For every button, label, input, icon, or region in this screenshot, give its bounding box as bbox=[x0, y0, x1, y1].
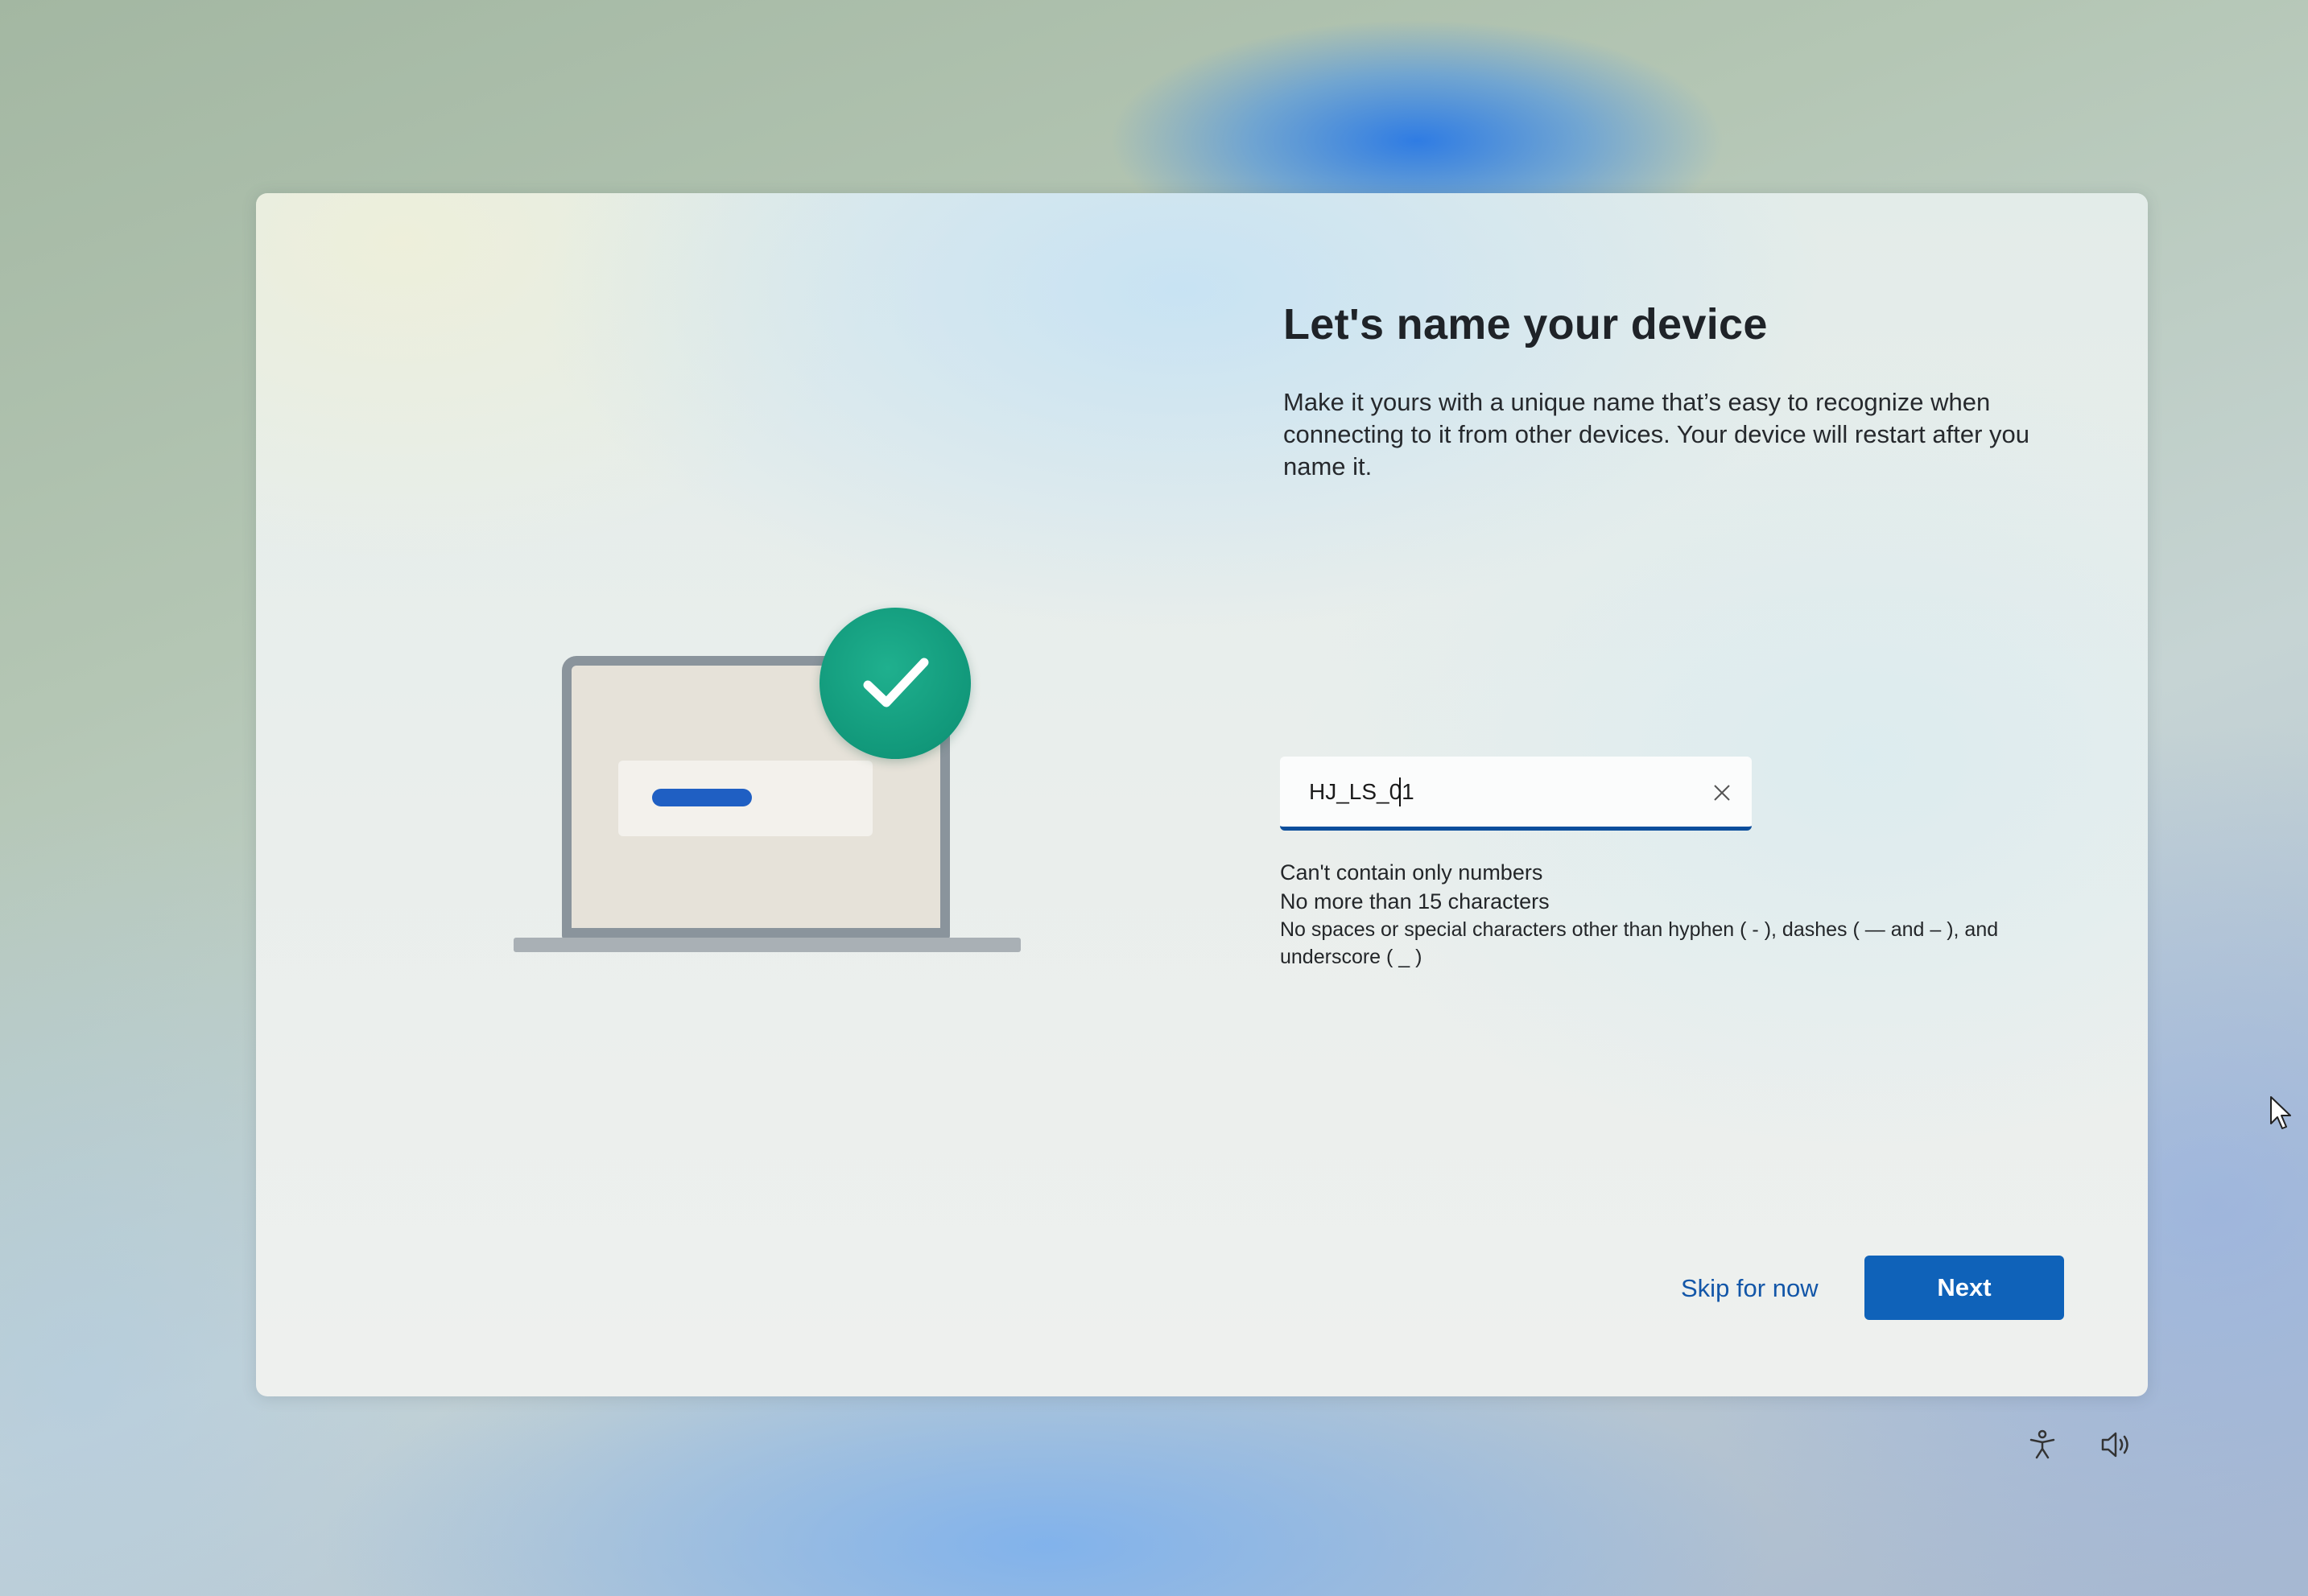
device-name-input[interactable] bbox=[1309, 774, 1679, 810]
clear-input-button[interactable] bbox=[1703, 774, 1740, 811]
laptop-base-illustration bbox=[514, 938, 1021, 952]
rule-item: No spaces or special characters other th… bbox=[1280, 918, 1999, 968]
device-illustration bbox=[465, 608, 1021, 978]
page-description: Make it yours with a unique name that’s … bbox=[1283, 388, 2030, 480]
naming-rules: Can't contain only numbers No more than … bbox=[1280, 858, 2069, 971]
next-button[interactable]: Next bbox=[1864, 1256, 2064, 1320]
accessibility-icon[interactable] bbox=[2027, 1429, 2058, 1460]
close-icon bbox=[1714, 785, 1730, 801]
mouse-pointer-icon bbox=[2269, 1095, 2293, 1132]
dialog-card-illustration bbox=[618, 761, 873, 836]
rule-item: No more than 15 characters bbox=[1280, 889, 1550, 913]
setup-dialog: Let's name your device Make it yours wit… bbox=[256, 193, 2148, 1396]
dialog-bar-illustration bbox=[652, 789, 752, 806]
page-title: Let's name your device bbox=[1283, 300, 1768, 348]
rule-item: Can't contain only numbers bbox=[1280, 860, 1543, 885]
skip-for-now-link[interactable]: Skip for now bbox=[1681, 1274, 1819, 1303]
checkmark-icon bbox=[820, 608, 971, 759]
text-caret bbox=[1399, 777, 1401, 806]
volume-icon[interactable] bbox=[2099, 1429, 2135, 1460]
device-name-field[interactable] bbox=[1280, 757, 1752, 831]
